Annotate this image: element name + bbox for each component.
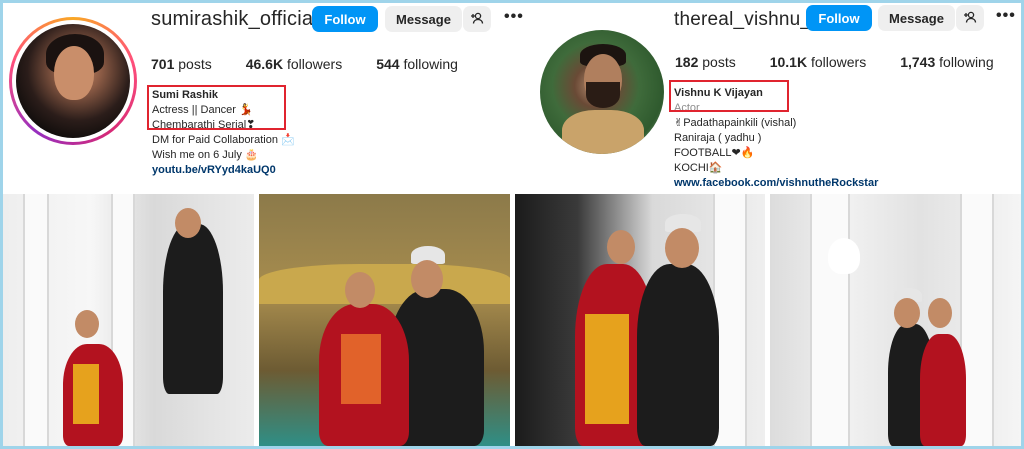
bio-line: Chembarathi Serial❣ <box>152 119 256 131</box>
bio-line: FOOTBALL❤🔥 <box>674 147 755 159</box>
bio-line: Raniraja ( yadhu ) <box>674 132 762 144</box>
profile-header-vishnu: thereal_vishnu_ Follow Message ••• 182 p… <box>512 0 1024 190</box>
profile-stats: 701 posts 46.6K followers 544 following <box>151 56 492 72</box>
profile-category: Actor <box>674 102 700 114</box>
following-count[interactable]: 1,743 following <box>900 54 993 70</box>
bio-line: Wish me on 6 July 🎂 <box>152 149 259 161</box>
add-user-icon <box>470 12 484 27</box>
followers-count[interactable]: 10.1K followers <box>770 54 867 70</box>
bio-line: Actress || Dancer 💃 <box>152 104 253 116</box>
bio-line: ✌Padathapainkili (vishal) <box>674 117 797 129</box>
follow-button[interactable]: Follow <box>806 5 872 31</box>
posts-count: 182 posts <box>675 54 736 70</box>
suggest-user-button[interactable] <box>956 5 984 31</box>
bio-link[interactable]: youtu.be/vRYyd4kaUQ0 <box>152 163 295 178</box>
suggest-user-button[interactable] <box>463 6 491 32</box>
profile-bio: Vishnu K Vijayan Actor ✌Padathapainkili … <box>674 86 878 191</box>
story-ring[interactable] <box>9 17 137 145</box>
bio-line: DM for Paid Collaboration 📩 <box>152 134 295 146</box>
post-thumbnail[interactable] <box>3 194 254 446</box>
post-thumbnail[interactable] <box>258 194 510 446</box>
avatar[interactable] <box>540 30 664 154</box>
display-name: Vishnu K Vijayan <box>674 87 763 99</box>
username: thereal_vishnu_ <box>674 9 812 30</box>
posts-count: 701 posts <box>151 56 212 72</box>
post-grid <box>3 194 1021 446</box>
add-user-icon <box>963 11 977 26</box>
post-thumbnail[interactable] <box>514 194 766 446</box>
display-name: Sumi Rashik <box>152 89 219 101</box>
avatar[interactable] <box>16 24 130 138</box>
followers-count[interactable]: 46.6K followers <box>246 56 343 72</box>
profile-stats: 182 posts 10.1K followers 1,743 followin… <box>675 54 1024 70</box>
bio-link[interactable]: www.facebook.com/vishnutheRockstar <box>674 176 878 191</box>
bio-line: KOCHI🏠 <box>674 162 723 174</box>
message-button[interactable]: Message <box>385 6 462 32</box>
message-button[interactable]: Message <box>878 5 955 31</box>
more-options-icon[interactable]: ••• <box>996 7 1016 25</box>
profile-header-sumirashik: sumirashik_official_ Follow Message ••• … <box>0 0 523 190</box>
username: sumirashik_official_ <box>151 8 330 30</box>
post-thumbnail[interactable] <box>770 194 1021 446</box>
profile-picture[interactable] <box>540 30 664 154</box>
follow-button[interactable]: Follow <box>312 6 378 32</box>
profile-bio: Sumi Rashik Actress || Dancer 💃 Chembara… <box>152 88 295 178</box>
following-count[interactable]: 544 following <box>376 56 458 72</box>
